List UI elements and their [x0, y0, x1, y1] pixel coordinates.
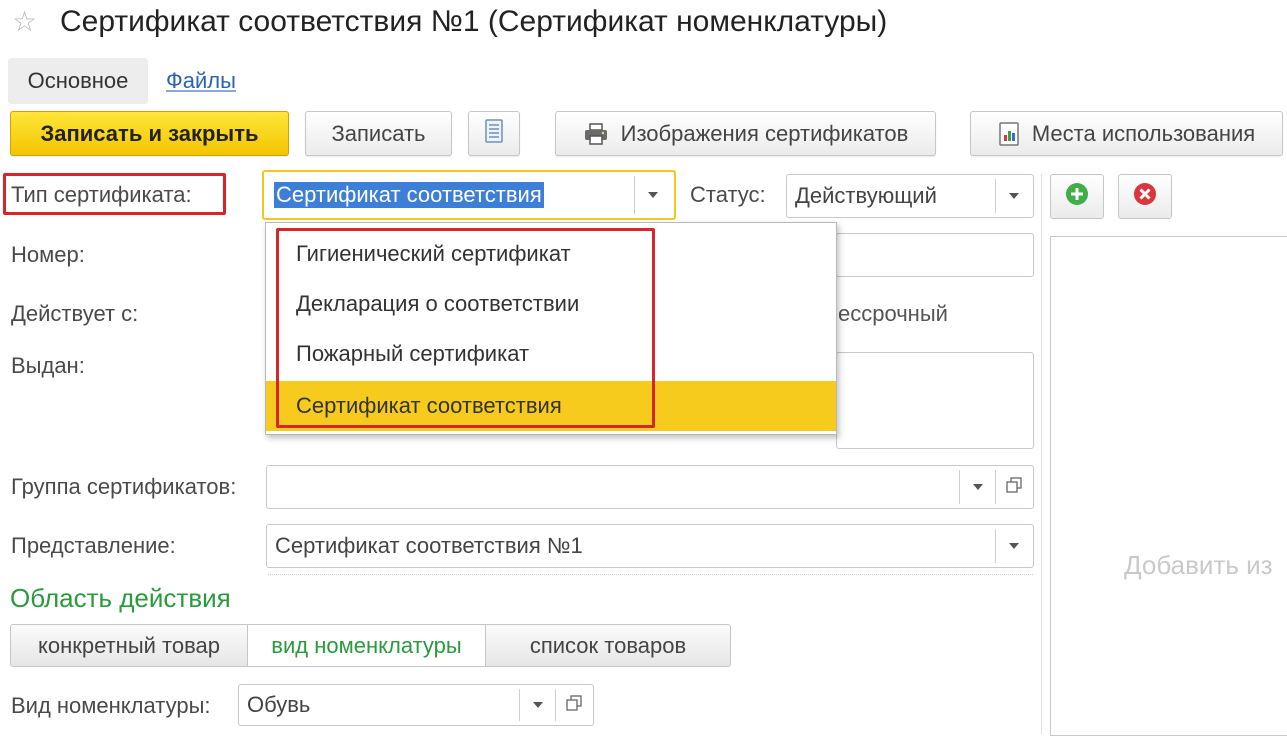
chevron-down-icon [1008, 193, 1019, 199]
add-image-button[interactable] [1050, 174, 1104, 219]
nomenclature-kind-dropdown-button[interactable] [519, 689, 555, 721]
nomenclature-kind-open-button[interactable] [555, 689, 591, 721]
number-label: Номер: [11, 242, 85, 267]
issued-textarea[interactable] [836, 352, 1034, 449]
status-value: Действующий [795, 183, 937, 208]
window-title: Сертификат соответствия №1 (Сертификат н… [60, 5, 888, 38]
indefinite-checkbox-label[interactable]: ессрочный [838, 301, 948, 327]
save-button[interactable]: Записать [305, 111, 452, 156]
group-dropdown-button[interactable] [959, 470, 995, 504]
valid-from-label: Действует с: [11, 301, 139, 326]
printer-icon [583, 122, 609, 146]
panel-divider [1041, 174, 1042, 734]
certificate-images-button[interactable]: Изображения сертификатов [555, 111, 936, 156]
type-select[interactable]: Сертификат соответствия [262, 170, 676, 220]
scope-nomenclature-kind[interactable]: вид номенклатуры [247, 624, 486, 667]
presentation-value: Сертификат соответствия №1 [275, 533, 583, 558]
open-window-icon [1005, 476, 1022, 498]
type-dropdown-button[interactable] [634, 176, 670, 214]
nomenclature-kind-label: Вид номенклатуры: [11, 693, 211, 718]
open-window-icon [565, 694, 582, 716]
tab-files[interactable]: Файлы [166, 68, 236, 94]
save-and-close-button[interactable]: Записать и закрыть [10, 111, 289, 156]
form-divider [268, 574, 1033, 575]
chevron-down-icon [532, 702, 543, 708]
number-input[interactable] [836, 233, 1034, 277]
usage-places-button[interactable]: Места использования [970, 111, 1283, 156]
nomenclature-kind-select[interactable]: Обувь [238, 684, 594, 726]
certificate-images-label: Изображения сертификатов [620, 120, 909, 146]
status-select[interactable]: Действующий [786, 174, 1034, 218]
presentation-select[interactable]: Сертификат соответствия №1 [266, 524, 1034, 568]
group-select[interactable] [266, 465, 1034, 509]
status-label: Статус: [690, 182, 766, 207]
scope-specific-product[interactable]: конкретный товар [10, 624, 248, 667]
group-open-button[interactable] [995, 470, 1031, 504]
tab-main[interactable]: Основное [8, 58, 148, 104]
delete-circle-icon [1133, 182, 1157, 211]
nomenclature-kind-value: Обувь [247, 692, 311, 717]
images-panel[interactable] [1050, 236, 1287, 736]
options-highlight [276, 228, 655, 428]
group-label: Группа сертификатов: [11, 474, 237, 499]
presentation-label: Представление: [11, 533, 176, 558]
scope-product-list[interactable]: список товаров [485, 624, 731, 667]
list-button[interactable] [468, 111, 520, 156]
delete-image-button[interactable] [1118, 174, 1172, 219]
images-panel-placeholder: Добавить из [1124, 550, 1273, 580]
report-icon [998, 121, 1020, 146]
type-select-value: Сертификат соответствия [274, 182, 544, 208]
chevron-down-icon [972, 484, 983, 490]
scope-section-title: Область действия [10, 583, 231, 613]
usage-places-label: Места использования [1031, 120, 1256, 146]
favorite-star-icon[interactable]: ☆ [12, 5, 37, 39]
chevron-down-icon [647, 192, 658, 198]
list-icon [485, 118, 503, 149]
status-dropdown-button[interactable] [995, 179, 1031, 213]
presentation-dropdown-button[interactable] [995, 529, 1031, 563]
type-label: Тип сертификата: [11, 182, 192, 207]
chevron-down-icon [1008, 543, 1019, 549]
issued-label: Выдан: [11, 353, 85, 378]
add-circle-icon [1065, 182, 1089, 211]
